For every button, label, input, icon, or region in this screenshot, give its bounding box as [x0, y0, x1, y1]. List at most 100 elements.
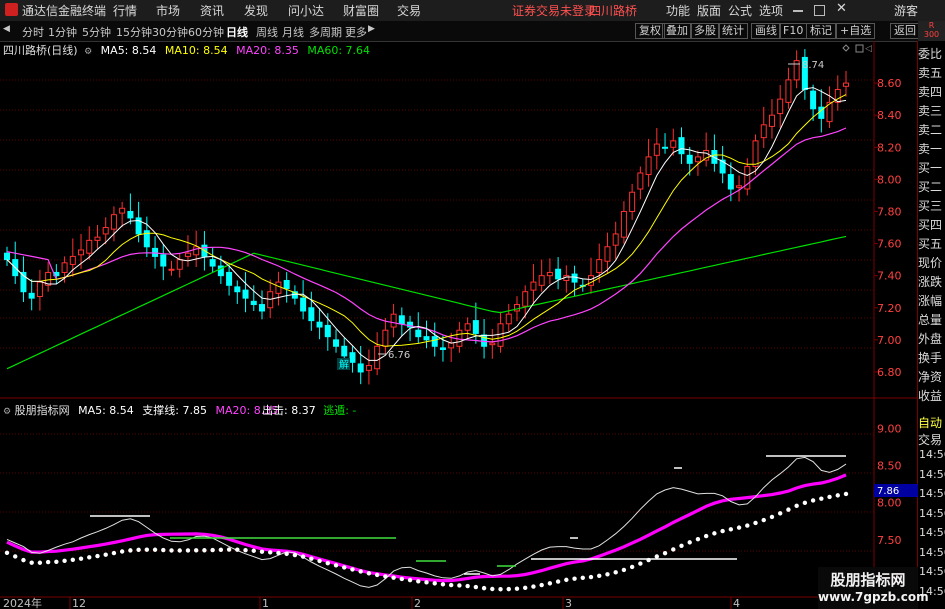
main-y-tick: 8.40	[877, 109, 902, 122]
menu-banmian[interactable]: 版面	[697, 2, 721, 19]
x-tick-4: 4	[733, 597, 740, 609]
user-guest[interactable]: 游客	[894, 2, 918, 19]
sub-settings-gear-icon[interactable]: ⚙	[3, 407, 11, 417]
menu-caifuquan[interactable]: 财富圈	[343, 2, 379, 19]
menu-wenxiaoda[interactable]: 问小达	[288, 2, 324, 19]
dot-point	[87, 555, 92, 560]
trade-label[interactable]: 交易	[918, 431, 945, 448]
candle-down	[727, 174, 734, 190]
menu-hangqing[interactable]: 行情	[113, 2, 137, 19]
chart-area[interactable]: 8.60 8.40 8.20 8.00 7.80 7.60 7.40 7.20 7.00 6.80…	[0, 41, 945, 609]
main-y-tick: 7.60	[877, 238, 902, 251]
menu-jiaoyi[interactable]: 交易	[397, 2, 421, 19]
tab-monthly[interactable]: 月线	[282, 24, 304, 40]
dot-point	[819, 496, 824, 501]
auto-label[interactable]: 自动	[918, 414, 945, 431]
app-logo-icon	[5, 3, 18, 16]
tab-weekly[interactable]: 周线	[256, 24, 278, 40]
dot-point	[531, 584, 536, 589]
tab-30min[interactable]: 30分钟	[152, 24, 188, 40]
quote-label: 买四	[918, 218, 943, 232]
menu-shichang[interactable]: 市场	[156, 2, 180, 19]
quote-label: 买五	[918, 237, 943, 251]
pan-icon[interactable]: ◁	[865, 44, 872, 54]
dot-point	[654, 554, 660, 559]
menu-gongneng[interactable]: 功能	[666, 2, 690, 19]
dot-point	[21, 557, 26, 563]
quote-label: 卖一	[918, 142, 943, 156]
minimize-icon[interactable]	[793, 10, 803, 12]
dot-point	[37, 560, 43, 565]
tab-multi-period[interactable]: 多周期	[309, 24, 342, 40]
tab-1min[interactable]: 1分钟	[48, 24, 77, 40]
indicator-name[interactable]: 股朋指标网	[15, 404, 70, 417]
candle-down	[571, 273, 578, 283]
back-button[interactable]: 返回	[890, 23, 920, 39]
dot-point	[777, 511, 783, 516]
more-chevron-icon[interactable]: ▶	[368, 24, 375, 34]
current-stock-name: 四川路桥	[589, 4, 638, 18]
candle-up	[102, 227, 109, 235]
biaoji-button[interactable]: 标记	[806, 23, 836, 39]
menu-gongshi[interactable]: 公式	[728, 2, 752, 19]
close-icon[interactable]: ✕	[836, 1, 847, 16]
dot-point	[325, 560, 330, 566]
fuquan-button[interactable]: 复权	[635, 23, 665, 39]
dot-point	[736, 525, 742, 530]
tab-60min[interactable]: 60分钟	[188, 24, 224, 40]
huaxian-button[interactable]: 画线	[751, 23, 781, 39]
candle-up	[275, 281, 282, 294]
dot-point	[843, 491, 849, 497]
trade-time: 14:56	[919, 526, 945, 539]
dot-point	[745, 523, 750, 528]
square-icon[interactable]	[855, 44, 864, 53]
dot-point	[638, 561, 643, 566]
candle-up	[530, 281, 537, 291]
login-warning[interactable]: 证券交易未登录	[512, 2, 596, 19]
dot-point	[268, 550, 273, 555]
menu-zixun[interactable]: 资讯	[200, 2, 224, 19]
dot-point	[284, 551, 289, 557]
tab-more[interactable]: 更多	[345, 24, 367, 40]
candle-down	[398, 315, 405, 325]
tongji-button[interactable]: 统计	[718, 23, 748, 39]
escape-value: -	[352, 404, 357, 417]
dot-point	[695, 536, 701, 542]
dot-point	[399, 576, 405, 582]
duogu-button[interactable]: 多股	[690, 23, 720, 39]
out-label: 出击: 8.37	[262, 404, 316, 417]
watermark: 股朋指标网 www.7gpzb.com	[818, 567, 929, 609]
menu-faxian[interactable]: 发现	[244, 2, 268, 19]
maximize-icon[interactable]	[814, 5, 825, 16]
candle-up	[612, 233, 619, 246]
candle-up	[94, 236, 101, 241]
dot-point	[679, 543, 684, 548]
dot-point	[547, 581, 553, 586]
dot-point	[416, 579, 421, 584]
dot-point	[128, 548, 133, 553]
candle-up	[760, 124, 767, 139]
tab-daily[interactable]: 日线	[226, 24, 248, 40]
candle-up	[78, 249, 85, 256]
candle-down	[349, 352, 356, 363]
tab-5min[interactable]: 5分钟	[82, 24, 111, 40]
candle-up	[777, 98, 784, 115]
diamond-icon[interactable]	[842, 44, 850, 52]
candle-down	[242, 289, 249, 299]
tab-fenshi[interactable]: 分时	[22, 24, 44, 40]
dot-point	[54, 559, 59, 564]
trade-time: 14:56	[919, 467, 945, 481]
dot-point	[671, 547, 676, 552]
quote-label: 净资	[918, 370, 943, 384]
add-favorite-button[interactable]: +自选	[836, 23, 876, 39]
tab-15min[interactable]: 15分钟	[116, 24, 152, 40]
settings-gear-icon[interactable]: ⚙	[84, 47, 92, 57]
main-y-tick: 7.20	[877, 302, 902, 315]
dot-point	[350, 567, 355, 572]
dot-point	[259, 549, 265, 554]
tab-scroll-left-icon[interactable]: ◀	[3, 24, 10, 34]
f10-button[interactable]: F10	[779, 23, 808, 39]
diejia-button[interactable]: 叠加	[662, 23, 692, 39]
trade-time: 14:56	[919, 545, 945, 559]
menu-xuanxiang[interactable]: 选项	[759, 2, 783, 19]
